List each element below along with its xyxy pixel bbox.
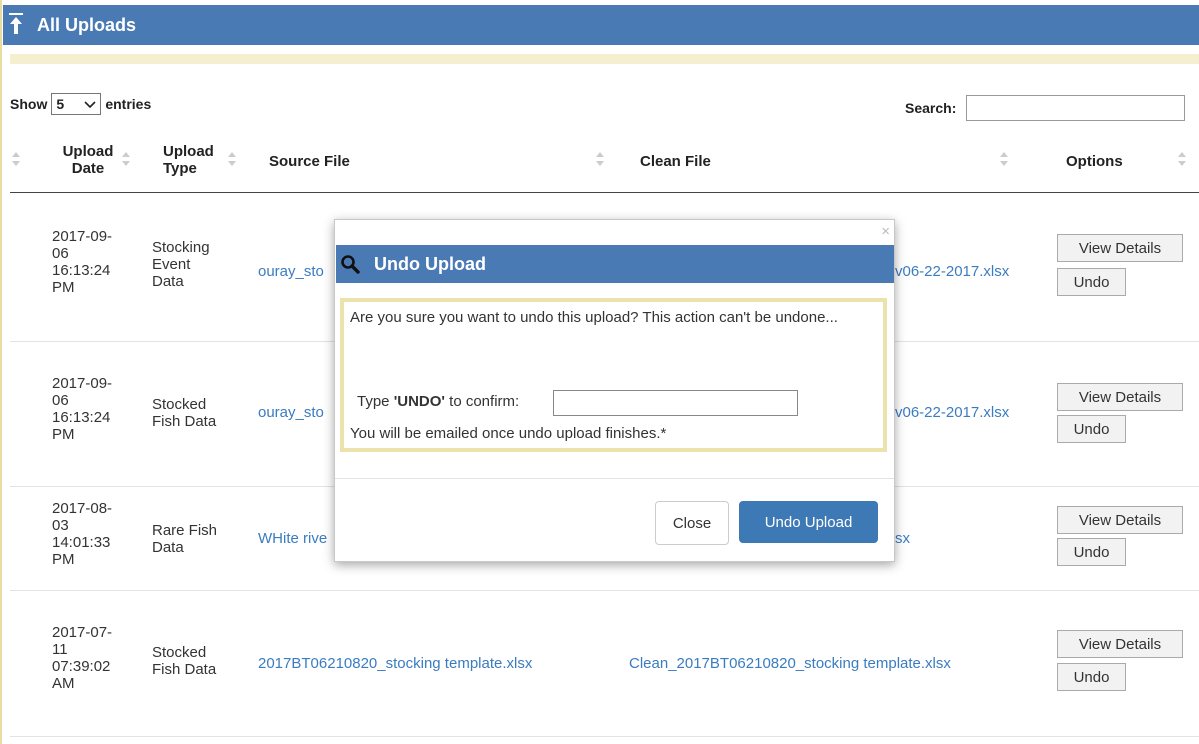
sort-icon[interactable] [12,152,20,166]
dialog-title: Undo Upload [374,253,486,274]
date-line: 2017-07- [52,624,113,641]
type-line: Stocking [152,239,210,256]
clean-file-link[interactable]: v06-22-2017.xlsx [895,404,1009,421]
source-file-link[interactable]: ouray_sto [258,263,324,280]
date-line: 03 [52,517,69,534]
type-line: Event [152,256,191,273]
sort-icon[interactable] [1000,152,1008,166]
column-header-source-file[interactable]: Source File [269,153,350,170]
sort-icon[interactable] [596,152,604,166]
upload-date-cell: 2017-07- 11 07:39:02 AM [52,624,112,692]
clean-file-link[interactable]: sx [895,530,910,547]
upload-date-cell: 2017-08- 03 14:01:33 PM [52,500,112,568]
type-line: Data [152,273,184,290]
source-file-link[interactable]: WHite rive [258,530,327,547]
date-line: 06 [52,392,69,409]
type-suffix: to confirm: [445,393,520,410]
search-input[interactable] [966,95,1186,121]
undo-button[interactable]: Undo [1057,415,1126,443]
view-details-button[interactable]: View Details [1057,234,1183,262]
column-header-upload-date[interactable]: Upload Date [57,143,119,177]
type-keyword: 'UNDO' [393,393,445,410]
column-header-options: Options [1066,153,1123,170]
show-entries: Show 5 entries [10,93,151,115]
upload-date-cell: 2017-09- 06 16:13:24 PM [52,228,112,296]
row-divider [10,736,1199,737]
date-line: 06 [52,245,69,262]
section-header: All Uploads [3,5,1199,45]
date-line: 2017-09- [52,375,113,392]
type-confirm-label: Type 'UNDO' to confirm: [357,393,519,410]
view-details-button[interactable]: View Details [1057,630,1183,658]
sort-icon[interactable] [228,152,236,166]
date-line: 2017-08- [52,500,113,517]
row-divider [10,590,1199,591]
undo-button[interactable]: Undo [1057,538,1126,566]
date-line: 07:39:02 [52,658,111,675]
close-button[interactable]: Close [655,501,729,545]
date-line: 2017-09- [52,228,113,245]
page-title: All Uploads [37,14,137,35]
date-line: 11 [52,641,68,658]
undo-button[interactable]: Undo [1057,268,1126,296]
magnifier-icon [340,254,360,274]
type-prefix: Type [357,393,394,410]
clean-file-link[interactable]: Clean_2017BT06210820_stocking template.x… [629,655,951,672]
clean-file-link[interactable]: v06-22-2017.xlsx [895,263,1009,280]
dialog-header: Undo Upload [336,245,894,283]
view-details-button[interactable]: View Details [1057,506,1183,534]
panel-top-bar [10,54,1199,64]
type-line: Stocked [152,396,207,413]
date-line: 16:13:24 [52,409,111,426]
upload-type-cell: Rare Fish Data [152,522,217,556]
upload-type-cell: Stocked Fish Data [152,396,216,430]
source-file-link[interactable]: ouray_sto [258,404,324,421]
type-line: Rare Fish [152,522,218,539]
column-header-label: Upload Date [62,143,114,177]
undo-upload-dialog: × Undo Upload Are you sure you want to u… [334,219,895,562]
entries-select[interactable]: 5 [51,93,102,115]
column-header-label: Upload Type [163,143,214,177]
date-line: 14:01:33 [52,534,111,551]
sort-icon[interactable] [1178,152,1186,166]
show-label: Show [10,96,48,112]
left-edge-border [0,0,2,744]
date-line: PM [52,551,75,568]
sort-icon[interactable] [122,152,130,166]
date-line: PM [52,426,75,443]
column-header-upload-type[interactable]: Upload Type [163,143,225,177]
search-label: Search: [905,100,957,116]
confirm-question: Are you sure you want to undo this uploa… [350,309,838,326]
type-line: Stocked [152,644,207,661]
entries-label: entries [105,96,152,112]
confirm-input[interactable] [553,390,798,416]
type-line: Fish Data [152,413,217,430]
date-line: PM [52,279,75,296]
type-line: Fish Data [152,661,217,678]
email-note: You will be emailed once undo upload fin… [350,425,667,442]
search-area: Search: [905,95,1186,121]
date-line: 16:13:24 [52,262,111,279]
upload-arrow-icon [9,13,23,37]
date-line: AM [52,675,75,692]
table-header-divider [10,192,1199,193]
view-details-button[interactable]: View Details [1057,383,1183,411]
undo-button[interactable]: Undo [1057,663,1126,691]
close-icon[interactable]: × [881,223,890,240]
chevron-down-icon [84,96,96,112]
upload-type-cell: Stocked Fish Data [152,644,216,678]
entries-select-value: 5 [56,96,65,112]
upload-type-cell: Stocking Event Data [152,239,210,290]
upload-date-cell: 2017-09- 06 16:13:24 PM [52,375,112,443]
undo-upload-button[interactable]: Undo Upload [739,501,878,543]
dialog-footer-divider [335,478,894,479]
column-header-clean-file[interactable]: Clean File [640,153,711,170]
dialog-body: Are you sure you want to undo this uploa… [340,298,887,452]
source-file-link[interactable]: 2017BT06210820_stocking template.xlsx [258,655,532,672]
type-line: Data [152,539,184,556]
